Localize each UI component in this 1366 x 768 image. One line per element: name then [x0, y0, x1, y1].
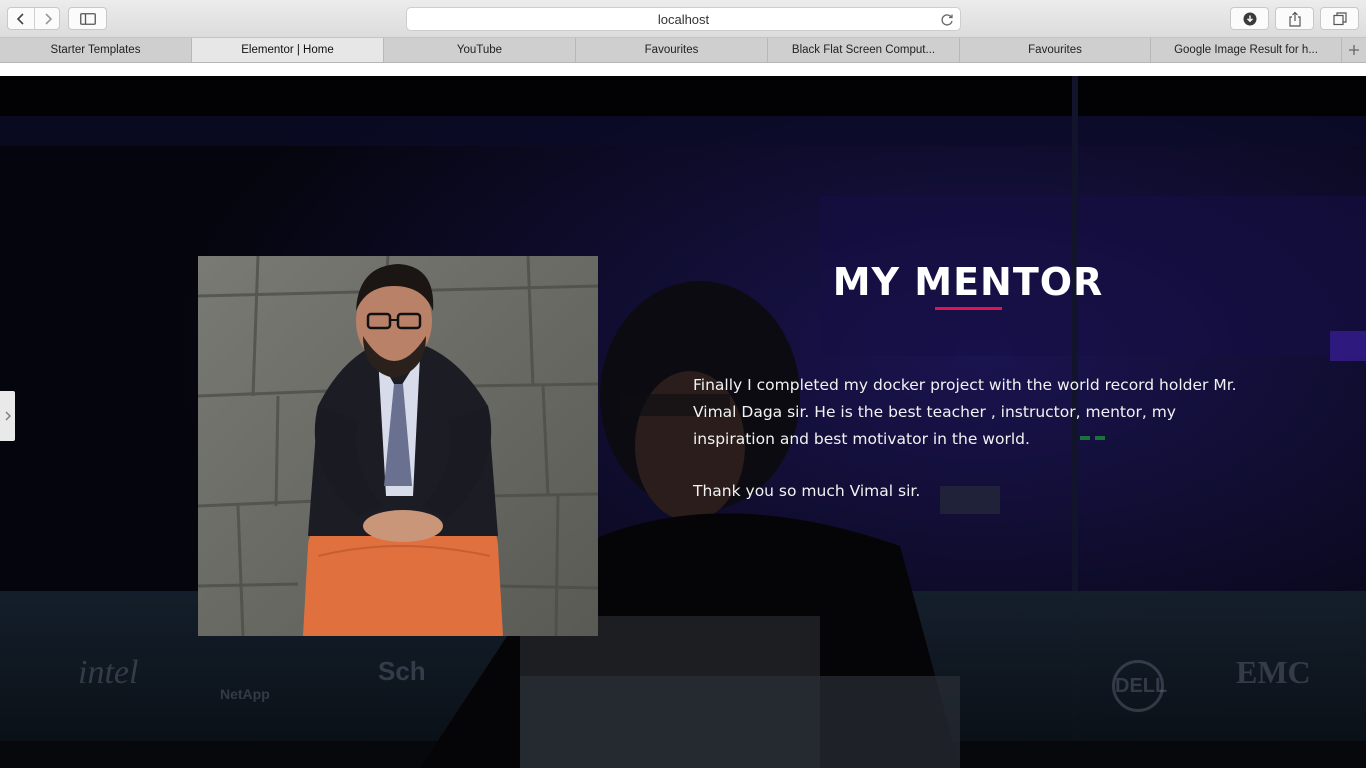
- mentor-photo: [198, 256, 598, 636]
- sidebar-toggle-button[interactable]: [68, 7, 107, 30]
- download-icon: [1243, 12, 1256, 25]
- tabs-overview-icon: [1332, 11, 1347, 25]
- share-icon: [1288, 11, 1301, 27]
- tab-favourites[interactable]: Favourites: [576, 38, 768, 62]
- chevron-left-icon: [16, 12, 24, 25]
- reload-icon[interactable]: [939, 12, 955, 28]
- emc-logo: EMC: [1236, 654, 1311, 690]
- dell-logo: DELL: [1112, 660, 1167, 712]
- navigation-buttons: [7, 7, 60, 30]
- tab-favourites-2[interactable]: Favourites: [960, 38, 1151, 62]
- back-button[interactable]: [8, 8, 34, 29]
- section-title: MY MENTOR: [832, 260, 1104, 304]
- tab-youtube[interactable]: YouTube: [384, 38, 576, 62]
- forward-button[interactable]: [35, 8, 61, 29]
- title-underline: [935, 307, 1002, 310]
- new-tab-button[interactable]: [1342, 38, 1366, 62]
- tab-black-flat-screen[interactable]: Black Flat Screen Comput...: [768, 38, 960, 62]
- side-panel-toggle[interactable]: [0, 391, 15, 441]
- plus-icon: [1349, 45, 1359, 55]
- tab-starter-templates[interactable]: Starter Templates: [0, 38, 192, 62]
- url-text: localhost: [657, 12, 710, 27]
- downloads-button[interactable]: [1230, 7, 1269, 30]
- mentor-description: Finally I completed my docker project wi…: [693, 376, 1237, 448]
- browser-toolbar: localhost: [0, 0, 1366, 38]
- schneider-logo: Sch: [378, 656, 426, 686]
- tab-bar: Starter Templates Elementor | Home YouTu…: [0, 38, 1366, 63]
- tab-google-image-result[interactable]: Google Image Result for h...: [1151, 38, 1342, 62]
- sidebar-icon: [79, 12, 96, 25]
- netapp-logo: NetApp: [220, 686, 270, 702]
- show-tabs-button[interactable]: [1320, 7, 1359, 30]
- chevron-right-icon: [5, 411, 11, 421]
- mentor-section: intel NetApp Sch DELL EMC MY MENTOR Fina…: [0, 76, 1366, 768]
- intel-logo: intel: [78, 654, 139, 691]
- thank-you-text: Thank you so much Vimal sir.: [693, 482, 921, 500]
- page-header-strip: [0, 63, 1366, 76]
- share-button[interactable]: [1275, 7, 1314, 30]
- chevron-right-icon: [45, 12, 53, 25]
- address-bar[interactable]: localhost: [406, 7, 961, 31]
- tab-elementor-home[interactable]: Elementor | Home: [192, 38, 384, 62]
